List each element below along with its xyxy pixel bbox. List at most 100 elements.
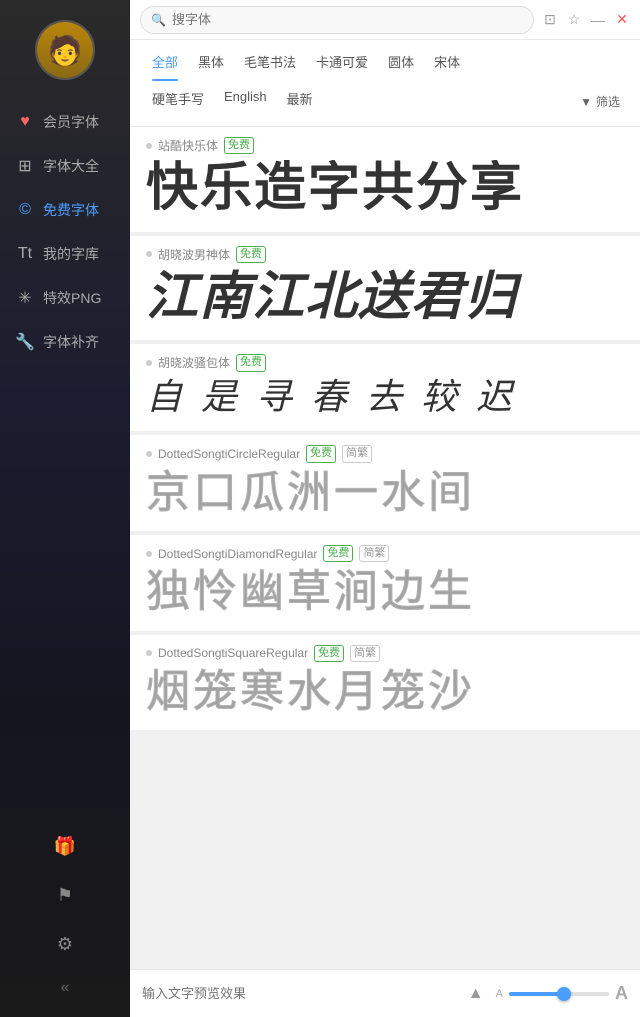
collapse-icon: « [61, 979, 70, 997]
font-badge-free: 免费 [323, 545, 353, 562]
preview-input[interactable] [142, 986, 456, 1001]
font-preview-huxiaobo-xia: 自 是 寻 春 去 较 迟 [146, 378, 624, 418]
sidebar-bottom-gift[interactable]: 🎁 [0, 822, 130, 871]
font-name-dotted-circle: DottedSongtiCircleRegular [158, 447, 300, 461]
font-item-dotted-square[interactable]: DottedSongtiSquareRegular 免费简繁烟笼寒水月笼沙 [130, 635, 640, 731]
preview-arrow-button[interactable]: ▲ [466, 984, 486, 1004]
font-name-dotted-diamond: DottedSongtiDiamondRegular [158, 547, 317, 561]
font-supplement-icon: 🔧 [15, 332, 35, 352]
font-badge-free: 免费 [306, 445, 336, 462]
avatar[interactable]: 🧑 [35, 20, 95, 80]
sidebar-bottom-flag[interactable]: ⚑ [0, 871, 130, 920]
vip-fonts-label: 会员字体 [43, 112, 99, 132]
font-dot-icon [146, 251, 152, 257]
sidebar-item-font-supplement[interactable]: 🔧字体补齐 [0, 320, 130, 364]
font-item-header-dotted-circle: DottedSongtiCircleRegular 免费简繁 [146, 445, 624, 462]
font-preview-zhankukuaile: 快乐造字共分享 [146, 160, 624, 217]
font-size-slider[interactable] [509, 992, 609, 996]
slider-thumb[interactable] [557, 987, 571, 1001]
font-item-header-zhankukuaile: 站酷快乐体免费 [146, 137, 624, 154]
font-badge-jianfan: 简繁 [359, 545, 389, 562]
main-panel: 🔍 ⊡ ☆ — ✕ 全部黑体毛笔书法卡通可爱圆体宋体 硬笔手写English最新… [130, 0, 640, 1017]
filter-tab-卡通可爱[interactable]: 卡通可爱 [306, 48, 378, 81]
filter-row-2: 硬笔手写English最新 ▼ 筛选 [142, 81, 628, 126]
font-item-header-huxiaobo-nanshen: 胡晓波男神体免费 [146, 246, 624, 263]
search-input[interactable] [172, 12, 523, 27]
filter-tab-毛笔书法[interactable]: 毛笔书法 [234, 48, 306, 81]
sidebar: 🧑 ♥ 会员字体 ⊞ 字体大全 © 免费字体 Tt 我的字库 ✳ 特效PNG 🔧字体补齐 🎁⚑⚙ « [0, 0, 130, 1017]
pin-button[interactable]: ☆ [566, 12, 582, 28]
size-label-large: A [615, 983, 628, 1004]
font-collection-icon: ⊞ [15, 156, 35, 176]
filter-row-1: 全部黑体毛笔书法卡通可爱圆体宋体 [142, 48, 628, 81]
font-preview-dotted-circle: 京口瓜洲一水间 [146, 469, 624, 517]
sidebar-item-effect-png[interactable]: ✳ 特效PNG [0, 276, 130, 320]
font-name-zhankukuaile: 站酷快乐体 [158, 137, 218, 154]
titlebar: 🔍 ⊡ ☆ — ✕ [130, 0, 640, 40]
sidebar-item-free-fonts[interactable]: © 免费字体 [0, 188, 130, 232]
font-name-dotted-square: DottedSongtiSquareRegular [158, 646, 308, 660]
font-collection-label: 字体大全 [43, 156, 99, 176]
window-mode-button[interactable]: ⊡ [542, 12, 558, 28]
my-library-icon: Tt [15, 245, 35, 263]
font-size-control: A A [496, 983, 628, 1004]
font-dot-icon [146, 650, 152, 656]
font-badge-jianfan: 简繁 [342, 445, 372, 462]
font-list: 站酷快乐体免费快乐造字共分享胡晓波男神体免费江南江北送君归胡晓波骚包体免费自 是… [130, 127, 640, 969]
font-badge-free: 免费 [314, 645, 344, 662]
font-dot-icon [146, 551, 152, 557]
filter-icon: ▼ [580, 95, 592, 109]
minimize-button[interactable]: — [590, 12, 606, 28]
filter-tab-圆体[interactable]: 圆体 [378, 48, 424, 81]
filter-tab-最新[interactable]: 最新 [277, 85, 323, 118]
font-name-huxiaobo-xia: 胡晓波骚包体 [158, 354, 230, 371]
search-box[interactable]: 🔍 [140, 6, 534, 34]
filter-tab-全部[interactable]: 全部 [142, 48, 188, 81]
close-button[interactable]: ✕ [614, 12, 630, 28]
font-dot-icon [146, 143, 152, 149]
effect-png-icon: ✳ [15, 288, 35, 308]
sidebar-item-my-library[interactable]: Tt 我的字库 [0, 232, 130, 276]
bottom-bar: ▲ A A [130, 969, 640, 1017]
effect-png-label: 特效PNG [43, 288, 101, 308]
font-badge-free: 免费 [224, 137, 254, 154]
font-item-header-huxiaobo-xia: 胡晓波骚包体免费 [146, 354, 624, 371]
filter-tab-宋体[interactable]: 宋体 [424, 48, 470, 81]
font-name-huxiaobo-nanshen: 胡晓波男神体 [158, 246, 230, 263]
font-item-header-dotted-square: DottedSongtiSquareRegular 免费简繁 [146, 645, 624, 662]
font-item-huxiaobo-nanshen[interactable]: 胡晓波男神体免费江南江北送君归 [130, 236, 640, 341]
font-item-zhankukuaile[interactable]: 站酷快乐体免费快乐造字共分享 [130, 127, 640, 232]
avatar-image: 🧑 [37, 22, 93, 78]
filter-tab-硬笔手写[interactable]: 硬笔手写 [142, 85, 214, 118]
font-dot-icon [146, 360, 152, 366]
font-badge-free: 免费 [236, 246, 266, 263]
titlebar-actions: ⊡ ☆ — ✕ [542, 12, 630, 28]
free-fonts-icon: © [15, 201, 35, 219]
filter-tab-English[interactable]: English [214, 85, 277, 118]
vip-fonts-icon: ♥ [15, 113, 35, 131]
avatar-area[interactable]: 🧑 [35, 20, 95, 80]
font-dot-icon [146, 451, 152, 457]
font-badge-jianfan: 简繁 [350, 645, 380, 662]
sidebar-item-font-collection[interactable]: ⊞ 字体大全 [0, 144, 130, 188]
font-item-huxiaobo-xia[interactable]: 胡晓波骚包体免费自 是 寻 春 去 较 迟 [130, 344, 640, 431]
sidebar-item-vip-fonts[interactable]: ♥ 会员字体 [0, 100, 130, 144]
sidebar-bottom: 🎁⚑⚙ « [0, 822, 130, 1017]
free-fonts-label: 免费字体 [43, 200, 99, 220]
font-item-dotted-diamond[interactable]: DottedSongtiDiamondRegular 免费简繁独怜幽草涧边生 [130, 535, 640, 631]
my-library-label: 我的字库 [43, 244, 99, 264]
filter-bar: 全部黑体毛笔书法卡通可爱圆体宋体 硬笔手写English最新 ▼ 筛选 [130, 40, 640, 127]
filter-tab-黑体[interactable]: 黑体 [188, 48, 234, 81]
slider-fill [509, 992, 564, 996]
font-item-dotted-circle[interactable]: DottedSongtiCircleRegular 免费简繁京口瓜洲一水间 [130, 435, 640, 531]
font-preview-huxiaobo-nanshen: 江南江北送君归 [146, 269, 624, 326]
collapse-button[interactable]: « [0, 969, 130, 1007]
font-preview-dotted-diamond: 独怜幽草涧边生 [146, 568, 624, 616]
size-label-small: A [496, 988, 503, 1000]
font-badge-free: 免费 [236, 354, 266, 371]
font-item-header-dotted-diamond: DottedSongtiDiamondRegular 免费简繁 [146, 545, 624, 562]
font-preview-dotted-square: 烟笼寒水月笼沙 [146, 668, 624, 716]
filter-button[interactable]: ▼ 筛选 [572, 89, 628, 114]
search-icon: 🔍 [151, 13, 166, 27]
sidebar-bottom-settings[interactable]: ⚙ [0, 920, 130, 969]
